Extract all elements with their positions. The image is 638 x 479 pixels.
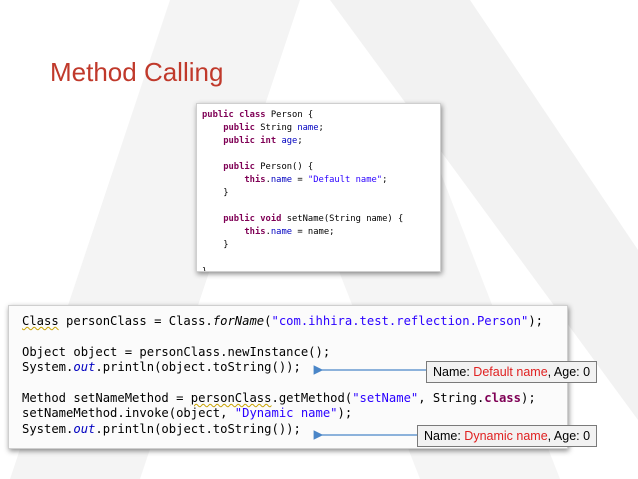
code-token: System. — [22, 360, 74, 375]
code-token: = — [292, 175, 308, 186]
code-token: "com.ihhira.test.reflection.Person" — [271, 314, 529, 328]
code-token: "setName" — [352, 391, 419, 406]
code-token: "Dynamic name" — [234, 406, 338, 421]
code-token: Person() { — [254, 162, 314, 173]
code-token: name — [297, 123, 319, 134]
code-token: ; — [318, 123, 324, 134]
code-token: ; — [297, 136, 303, 147]
code-token: .println(object.toString()); — [95, 421, 301, 436]
slide-title: Method Calling — [50, 57, 224, 87]
output-name-value: Default name — [473, 365, 548, 379]
code-token: this — [244, 175, 266, 186]
code-token: age — [281, 136, 298, 147]
code-token: setName(String name) { — [281, 214, 404, 225]
code-token: forName — [212, 314, 265, 328]
output-callout-default: Name: Default name, Age: 0 — [426, 361, 598, 383]
person-class-code-panel: public class Person { public String name… — [196, 103, 441, 272]
code-token: public int — [223, 136, 277, 147]
code-token: name — [270, 175, 293, 186]
code-token: ); — [337, 406, 353, 421]
code-token: public — [223, 162, 255, 173]
output-callout-dynamic: Name: Dynamic name, Age: 0 — [417, 425, 598, 447]
code-token: this — [244, 227, 266, 238]
code-token: } — [202, 266, 208, 272]
code-token: "Default name" — [307, 175, 383, 186]
output-prefix: Name: — [424, 429, 465, 443]
code-token: personClass = Class. — [58, 314, 213, 328]
code-token: Class — [22, 314, 59, 328]
output-suffix: , Age: 0 — [547, 429, 591, 443]
code-token: class — [484, 391, 521, 406]
code-token: public void — [223, 214, 282, 225]
code-token: name — [270, 227, 293, 238]
code-token: Object object = personClass.newInstance(… — [22, 344, 331, 359]
code-token: ; — [382, 175, 388, 186]
code-token: Method setNameMethod = — [22, 391, 191, 406]
code-token: } — [223, 188, 229, 199]
output-prefix: Name: — [433, 365, 474, 379]
code-token: ); — [528, 314, 543, 328]
code-token: , String. — [418, 391, 485, 406]
code-token: = name; — [292, 227, 335, 238]
code-token: public — [223, 123, 255, 134]
code-token: setNameMethod.invoke(object, — [22, 406, 235, 421]
code-token: personClass — [190, 391, 272, 406]
code-token: System. — [22, 421, 74, 436]
code-token: out — [73, 421, 96, 436]
output-name-value: Dynamic name — [464, 429, 548, 443]
code-token: .println(object.toString()); — [95, 360, 301, 375]
code-token: ); — [520, 391, 536, 406]
output-suffix: , Age: 0 — [547, 365, 591, 379]
code-token: Person { — [265, 110, 314, 120]
code-token: String — [254, 123, 298, 134]
code-token: out — [73, 360, 96, 375]
code-token: ( — [264, 314, 272, 328]
person-class-code: public class Person { public String name… — [202, 109, 404, 272]
code-token: .getMethod( — [271, 391, 353, 406]
code-token: } — [223, 240, 229, 251]
code-token: public class — [202, 110, 266, 120]
